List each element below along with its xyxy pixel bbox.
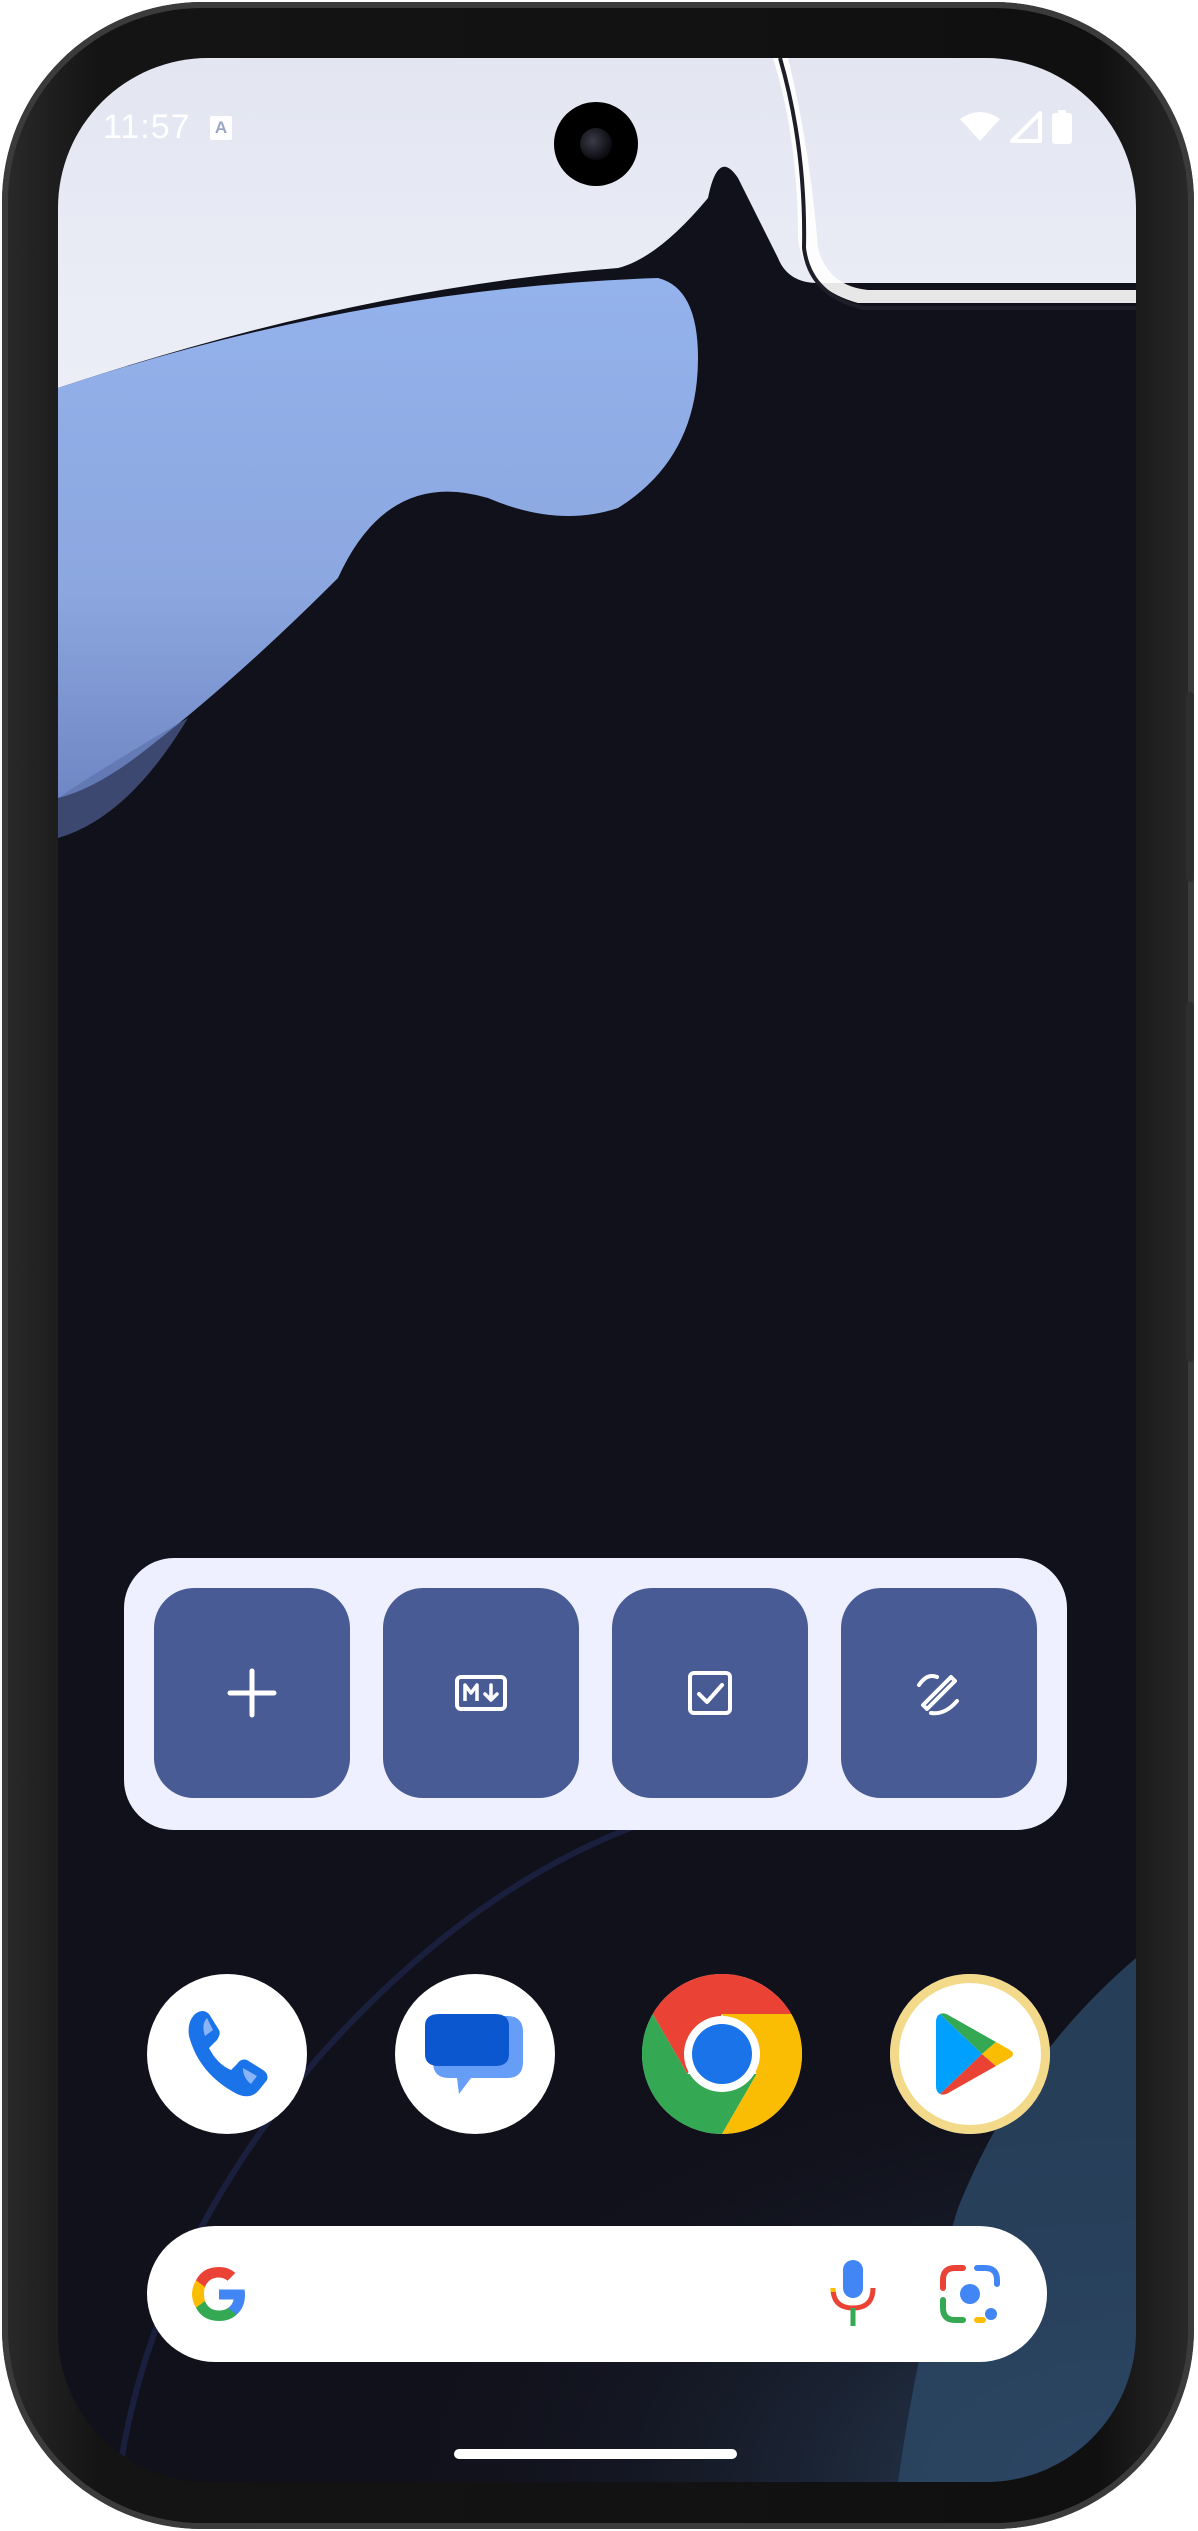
volume-button	[1186, 1002, 1194, 1362]
keep-notes-widget	[124, 1558, 1067, 1830]
checkbox-icon	[688, 1671, 732, 1715]
new-checklist-button[interactable]	[612, 1588, 808, 1798]
status-icons	[960, 110, 1072, 144]
power-button	[1186, 692, 1194, 882]
messages-app[interactable]	[395, 1974, 555, 2134]
battery-icon	[1052, 110, 1072, 144]
markdown-download-icon	[455, 1675, 507, 1711]
chrome-app-icon	[641, 1974, 803, 2134]
phone-frame: 11:57 A	[2, 2, 1194, 2529]
new-markdown-note-button[interactable]	[383, 1588, 579, 1798]
play-store-app-icon	[936, 2013, 1013, 2095]
google-lens-icon[interactable]	[937, 2262, 1003, 2326]
draw-pen-icon	[917, 1674, 959, 1716]
play-store-app[interactable]	[890, 1974, 1050, 2134]
microphone-icon[interactable]	[823, 2258, 883, 2330]
wifi-icon	[960, 112, 1000, 141]
phone-app-icon	[188, 2011, 268, 2097]
home-screen: 11:57 A	[58, 58, 1136, 2482]
new-drawing-button[interactable]	[841, 1588, 1037, 1798]
new-note-button[interactable]	[154, 1588, 350, 1798]
cell-signal-icon	[1010, 111, 1042, 143]
messages-app-icon	[425, 2014, 523, 2094]
status-time: 11:57	[103, 108, 191, 146]
phone-app[interactable]	[147, 1974, 307, 2134]
front-camera	[554, 102, 638, 186]
chrome-app[interactable]	[641, 1974, 803, 2134]
google-search-bar[interactable]	[147, 2226, 1047, 2362]
google-g-icon	[192, 2267, 245, 2321]
keyboard-indicator-icon: A	[210, 116, 232, 140]
gesture-navigation-handle[interactable]	[454, 2449, 737, 2459]
plus-icon	[227, 1668, 277, 1718]
